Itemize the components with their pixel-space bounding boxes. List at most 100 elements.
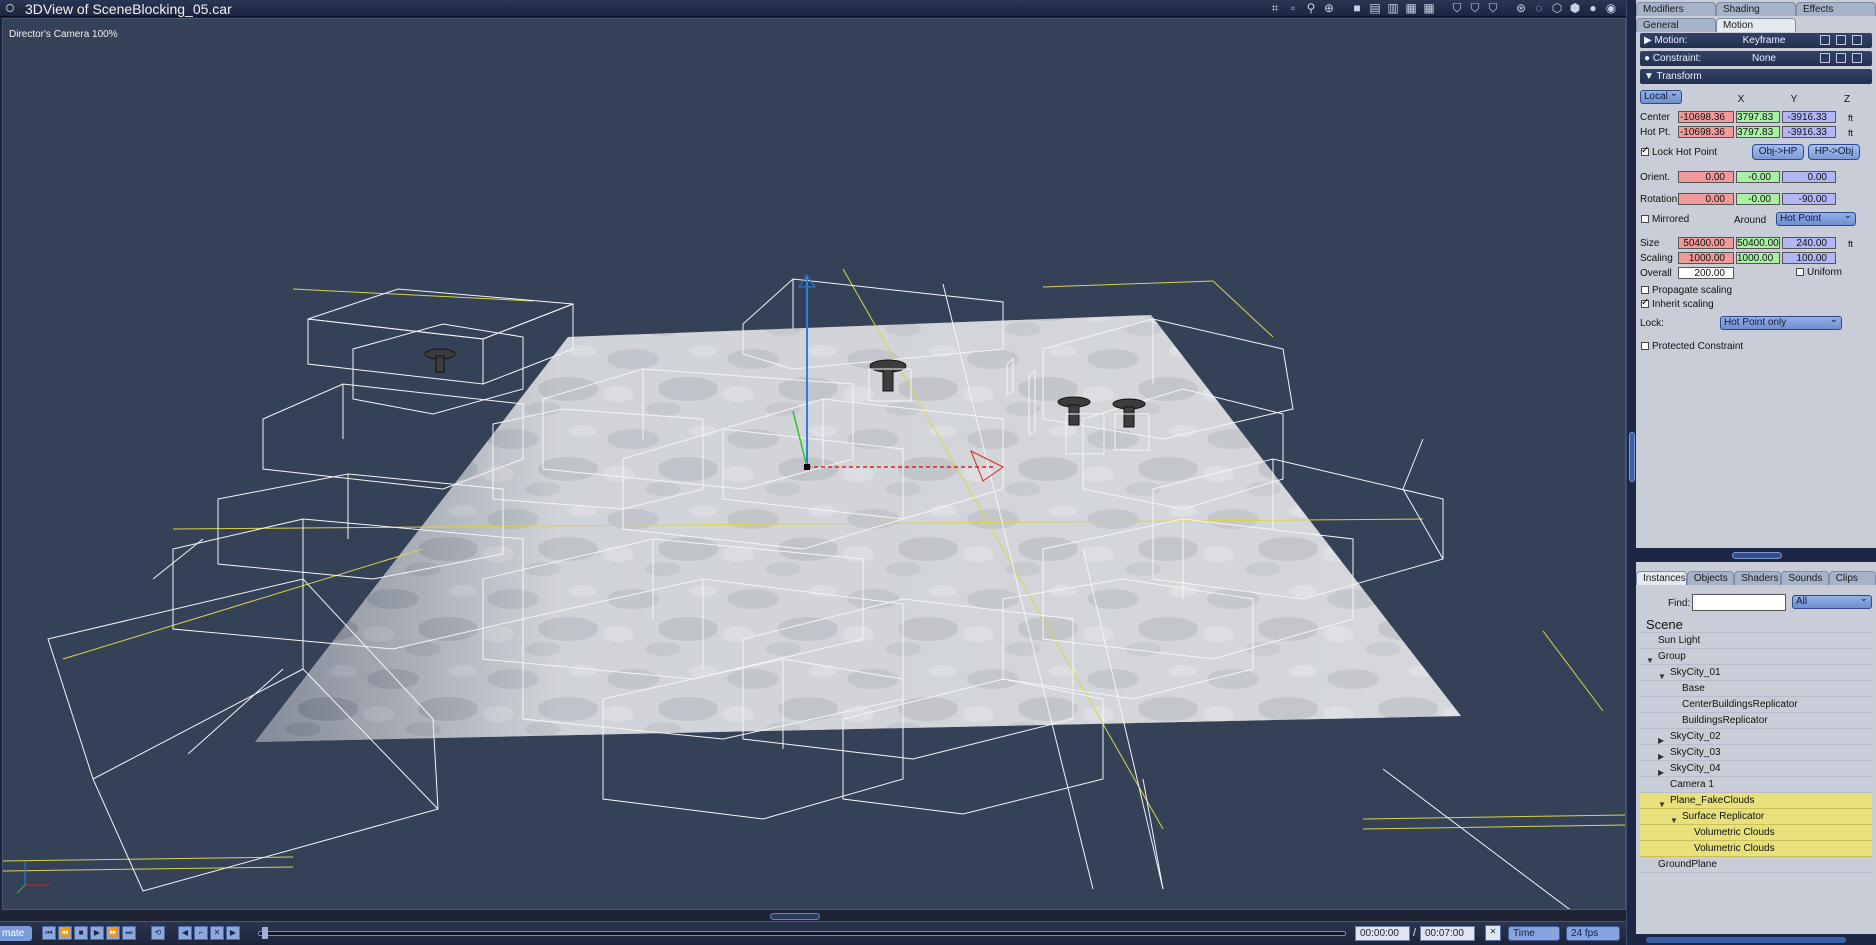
render-area-icon[interactable]: ⌗ <box>1268 1 1282 15</box>
bones-icon[interactable]: ⚲ <box>1304 1 1318 15</box>
size-y-field[interactable]: 50400.00 <box>1736 237 1780 249</box>
tab-instances[interactable]: Instances <box>1636 571 1687 585</box>
space-select[interactable]: Local <box>1640 88 1682 104</box>
motion-select[interactable]: Keyframe <box>1724 33 1804 48</box>
delete-key-icon[interactable]: ✕ <box>210 926 224 940</box>
animate-mode-button[interactable]: mate <box>0 926 32 941</box>
close-icon[interactable] <box>6 4 14 12</box>
tree-item[interactable]: ▼ SkyCity_01 <box>1640 665 1872 681</box>
loop-icon[interactable]: ⟲ <box>151 926 165 940</box>
orient-x-field[interactable]: 0.00 <box>1678 171 1734 183</box>
expand-arrow-icon[interactable]: ▶ <box>1644 35 1654 46</box>
tree-item[interactable]: Scene <box>1640 617 1872 633</box>
quad-view-icon[interactable]: ▦ <box>1404 1 1418 15</box>
mirrored-checkbox[interactable] <box>1641 215 1649 223</box>
motion-settings-icon[interactable] <box>1820 35 1830 45</box>
shield-icon[interactable]: ⛉ <box>1450 1 1464 15</box>
tree-item[interactable]: BuildingsReplicator <box>1640 713 1872 729</box>
motion-open-icon[interactable] <box>1852 35 1862 45</box>
scene-wireframe[interactable] <box>3 19 1626 910</box>
step-back-icon[interactable]: ⏪ <box>58 926 72 940</box>
panel-bottom-scrollbar[interactable] <box>1636 934 1876 945</box>
hotpt-z-field[interactable]: -3916.33 <box>1782 126 1836 138</box>
tree-item[interactable]: Sun Light <box>1640 633 1872 649</box>
rotation-z-field[interactable]: -90.00 <box>1782 193 1836 205</box>
key-icon[interactable]: ⌐ <box>194 926 208 940</box>
triple-view-icon[interactable]: ▥ <box>1386 1 1400 15</box>
sphere-shaded-icon[interactable]: ● <box>1586 1 1600 15</box>
inherit-scaling-checkbox[interactable] <box>1641 297 1649 308</box>
play-icon[interactable]: ▶ <box>90 926 104 940</box>
single-view-icon[interactable]: ■ <box>1350 1 1364 15</box>
around-select[interactable]: Hot Point <box>1776 210 1856 226</box>
next-key-icon[interactable]: ▶ <box>226 926 240 940</box>
dashed-sphere-icon[interactable]: ◌ <box>1532 1 1546 15</box>
center-y-field[interactable]: 3797.83 <box>1736 111 1780 123</box>
tab-clips[interactable]: Clips <box>1828 571 1876 585</box>
timeline-slider[interactable] <box>258 931 1346 936</box>
panel-divider[interactable] <box>1626 0 1636 945</box>
motion-save-icon[interactable] <box>1836 35 1846 45</box>
go-to-start-icon[interactable]: ⏮ <box>42 926 56 940</box>
tab-shaders[interactable]: Shaders <box>1734 571 1782 585</box>
center-z-field[interactable]: -3916.33 <box>1782 111 1836 123</box>
lock-select[interactable]: Hot Point only <box>1720 314 1842 330</box>
fps-select[interactable]: 24 fps <box>1566 926 1620 941</box>
section-splitter-handle[interactable] <box>1732 552 1782 559</box>
rotation-x-field[interactable]: 0.00 <box>1678 193 1734 205</box>
size-x-field[interactable]: 50400.00 <box>1678 237 1734 249</box>
scaling-x-field[interactable]: 1000.00 <box>1678 252 1734 264</box>
transform-section-header[interactable]: ▼ Transform <box>1640 69 1872 84</box>
tree-item[interactable]: GroundPlane <box>1640 857 1872 873</box>
tab-objects[interactable]: Objects <box>1686 571 1735 585</box>
protected-constraint-checkbox[interactable] <box>1641 342 1649 350</box>
orient-z-field[interactable]: 0.00 <box>1782 171 1836 183</box>
3d-viewport[interactable]: Director's Camera 100% <box>2 18 1626 910</box>
prev-key-icon[interactable]: ◀ <box>178 926 192 940</box>
dual-view-icon[interactable]: ▤ <box>1368 1 1382 15</box>
rotation-y-field[interactable]: -0.00 <box>1736 193 1780 205</box>
tab-shading[interactable]: Shading <box>1716 2 1796 16</box>
tree-item[interactable]: ▼ Plane_FakeClouds <box>1640 793 1872 809</box>
hp-to-obj-button[interactable]: HP->Obj <box>1808 144 1860 160</box>
shield-alt-icon[interactable]: ⛉ <box>1468 1 1482 15</box>
center-x-field[interactable]: -10698.36 <box>1678 111 1734 123</box>
hotpt-y-field[interactable]: 3797.83 <box>1736 126 1780 138</box>
lock-hot-point-checkbox[interactable] <box>1641 145 1649 156</box>
tab-effects[interactable]: Effects <box>1796 2 1876 16</box>
tree-item[interactable]: ▶ SkyCity_02 <box>1640 729 1872 745</box>
constraint-row[interactable]: ● Constraint: None <box>1640 51 1872 66</box>
time-mode-select[interactable]: Time <box>1508 926 1560 941</box>
tab-modifiers[interactable]: Modifiers <box>1636 2 1716 16</box>
panel-section-splitter[interactable] <box>1636 548 1876 562</box>
uniform-checkbox[interactable] <box>1796 268 1804 276</box>
timeline-playhead[interactable] <box>262 927 268 939</box>
tree-item[interactable]: ▶ SkyCity_04 <box>1640 761 1872 777</box>
go-to-end-icon[interactable]: ⏭ <box>122 926 136 940</box>
tree-item[interactable]: Volumetric Clouds <box>1640 841 1872 857</box>
scaling-z-field[interactable]: 100.00 <box>1782 252 1836 264</box>
step-forward-icon[interactable]: ⏩ <box>106 926 120 940</box>
panel-divider-handle[interactable] <box>1629 432 1635 482</box>
find-input[interactable] <box>1692 594 1786 611</box>
overall-field[interactable]: 200.00 <box>1678 267 1734 279</box>
quad-view-alt-icon[interactable]: ▦ <box>1422 1 1436 15</box>
filter-select[interactable]: All <box>1792 593 1872 609</box>
size-z-field[interactable]: 240.00 <box>1782 237 1836 249</box>
tree-item[interactable]: ▶ SkyCity_03 <box>1640 745 1872 761</box>
constraint-open-icon[interactable] <box>1852 53 1862 63</box>
tree-item[interactable]: Camera 1 <box>1640 777 1872 793</box>
tree-item[interactable]: Volumetric Clouds <box>1640 825 1872 841</box>
tab-general[interactable]: General <box>1636 18 1716 32</box>
motion-row[interactable]: ▶ Motion: Keyframe <box>1640 33 1872 48</box>
target-icon[interactable]: ⊕ <box>1322 1 1336 15</box>
compass-icon[interactable]: ⊛ <box>1514 1 1528 15</box>
tab-sounds[interactable]: Sounds <box>1781 571 1829 585</box>
constraint-select[interactable]: None <box>1724 51 1804 66</box>
obj-to-hp-button[interactable]: Obj->HP <box>1752 144 1804 160</box>
orient-y-field[interactable]: -0.00 <box>1736 171 1780 183</box>
tree-item[interactable]: ▼ Surface Replicator <box>1640 809 1872 825</box>
preview-icon[interactable]: ▫ <box>1286 1 1300 15</box>
constraint-save-icon[interactable] <box>1836 53 1846 63</box>
hotpt-x-field[interactable]: -10698.36 <box>1678 126 1734 138</box>
